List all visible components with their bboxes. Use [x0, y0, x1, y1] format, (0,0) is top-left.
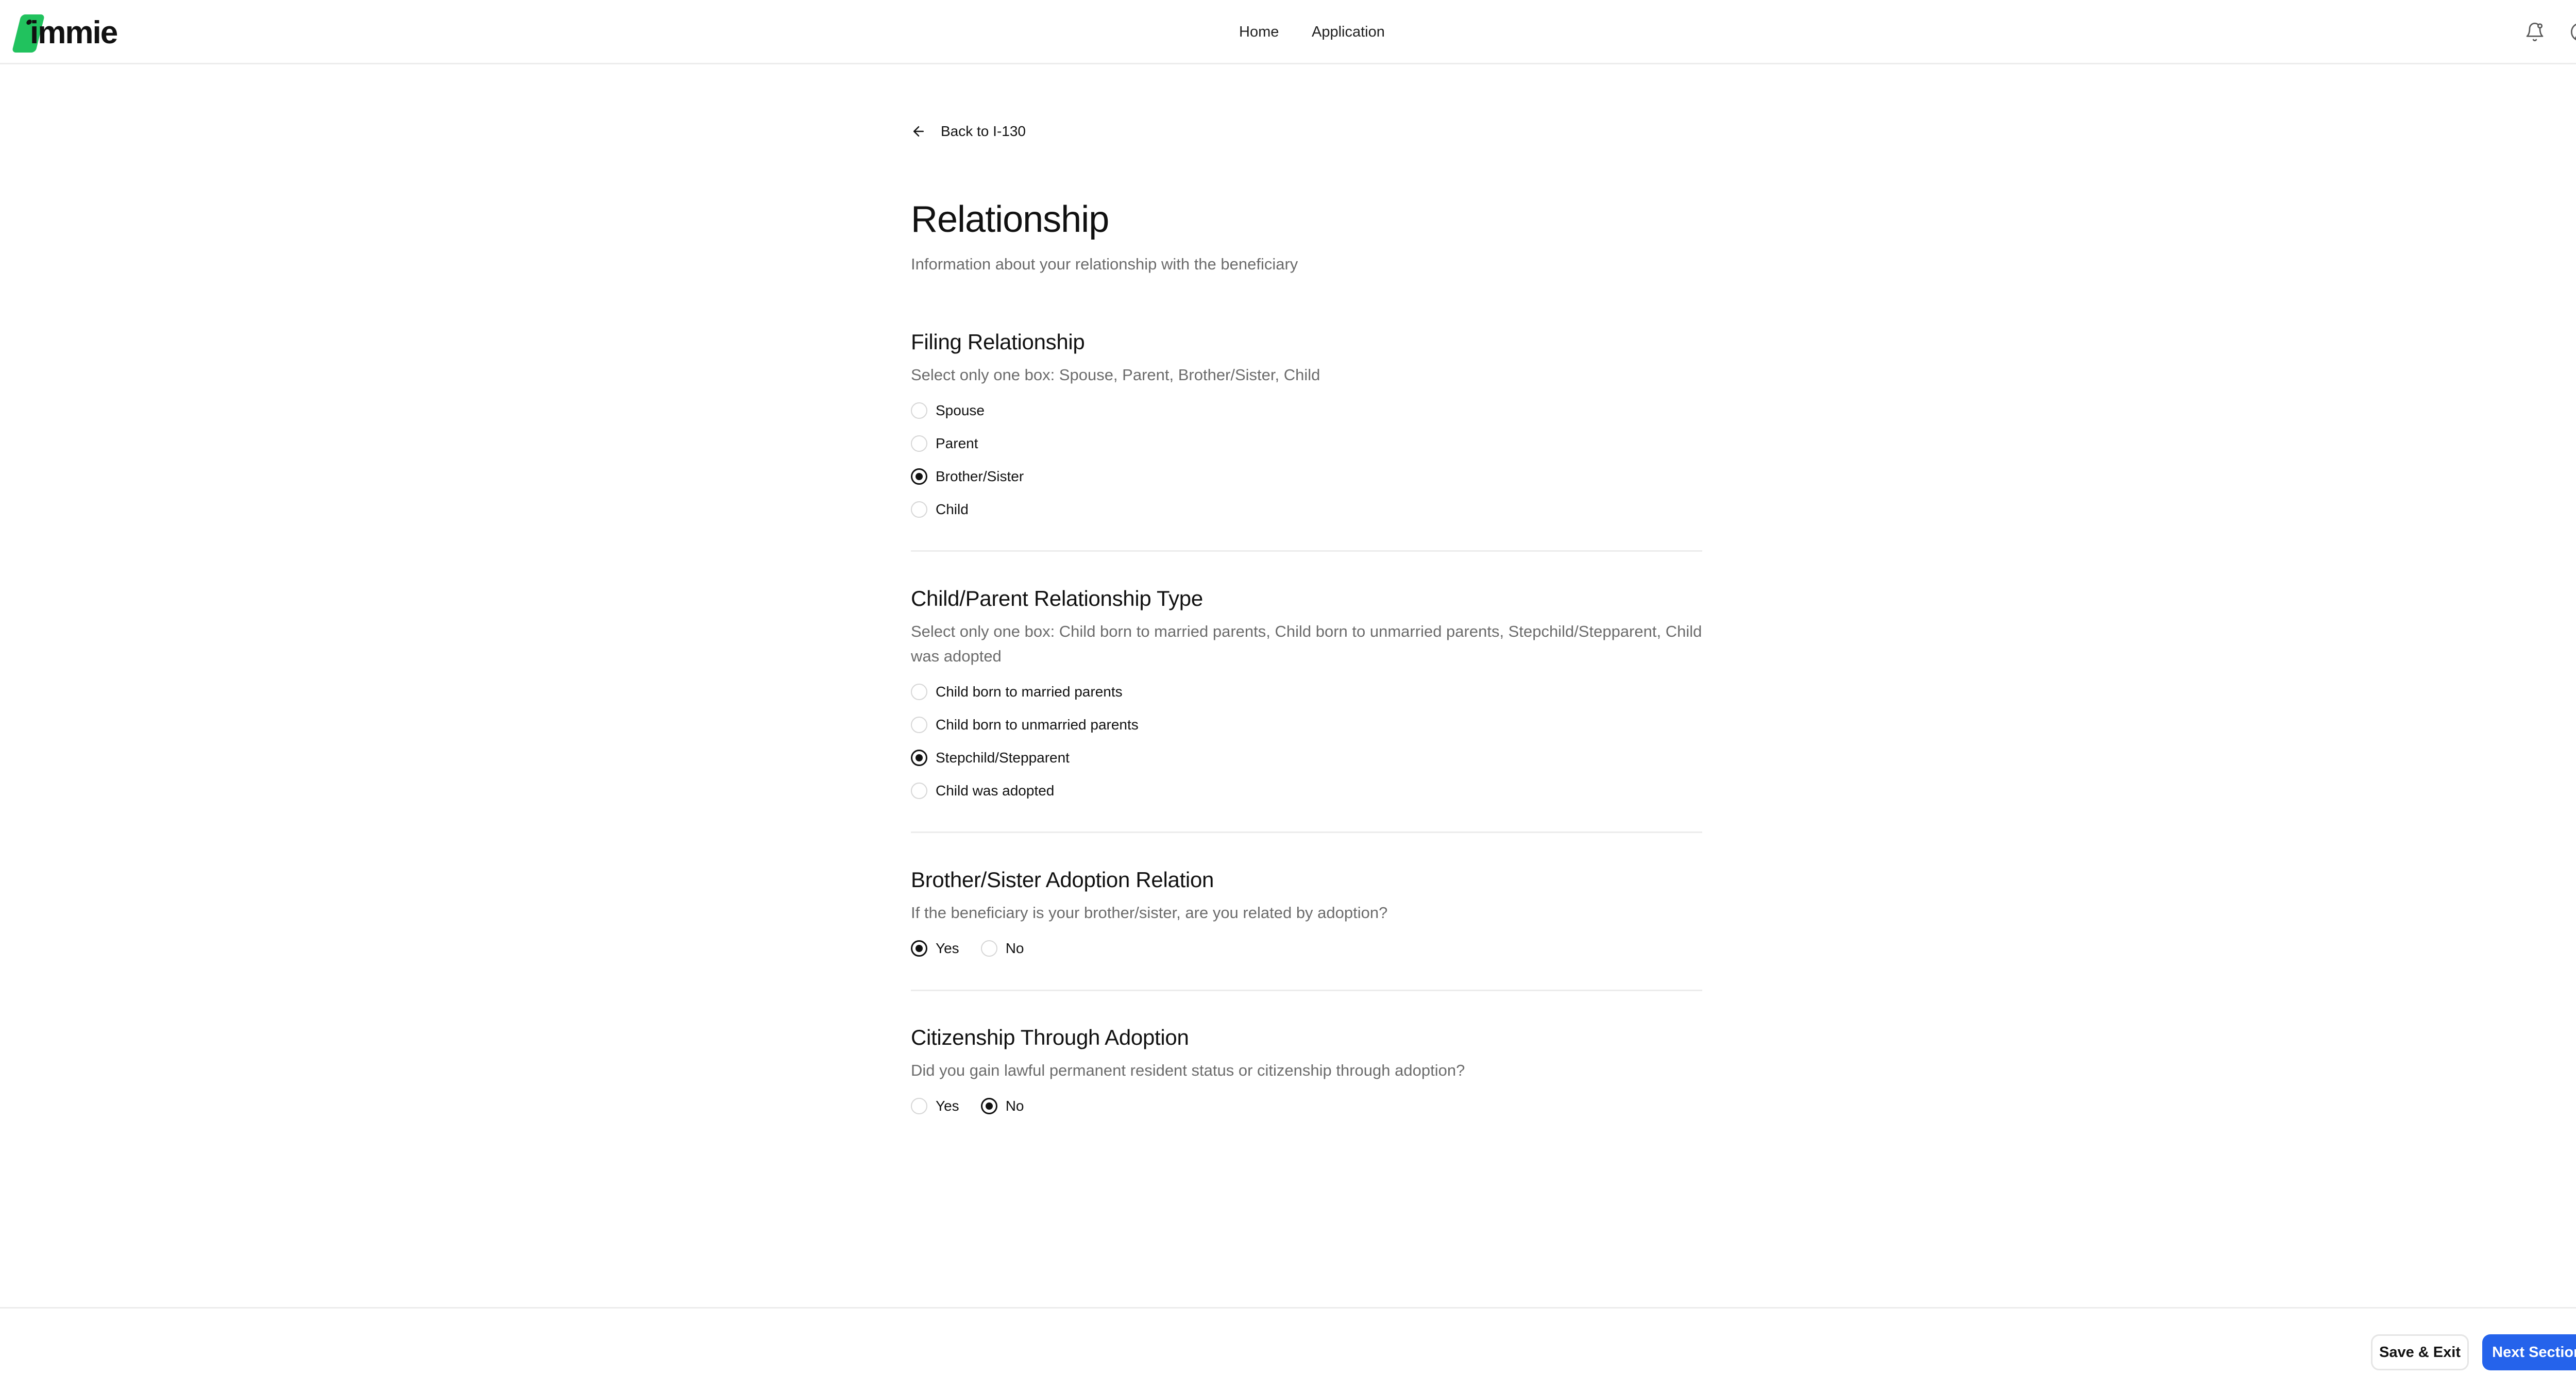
save-exit-button[interactable]: Save & Exit [2371, 1334, 2469, 1370]
radio-option-yes[interactable]: Yes [911, 1095, 959, 1117]
section-citizenship-adoption: Citizenship Through Adoption Did you gai… [911, 1024, 1702, 1117]
section-divider [911, 990, 1702, 991]
section-filing-relationship: Filing Relationship Select only one box:… [911, 329, 1702, 520]
radio-label: Child born to married parents [936, 684, 1123, 700]
page-subtitle: Information about your relationship with… [911, 255, 1298, 273]
radio-button-selected[interactable] [980, 1098, 997, 1114]
radio-group-filing: Spouse Parent Brother/Sister Child [911, 400, 1702, 520]
nav-application-label[interactable]: Application [1312, 24, 1385, 41]
section-hint: Select only one box: Spouse, Parent, Bro… [911, 366, 1320, 384]
radio-label: Parent [936, 435, 978, 451]
radio-button-selected[interactable] [911, 750, 927, 766]
section-hint: Select only one box: Child born to marri… [911, 622, 1702, 665]
radio-label: Child born to unmarried parents [936, 717, 1139, 733]
radio-button[interactable] [911, 435, 927, 452]
radio-option-brother-sister[interactable]: Brother/Sister [911, 466, 1702, 487]
arrow-left-icon [913, 126, 924, 137]
section-title: Brother/Sister Adoption Relation [911, 868, 1214, 892]
radio-option-child[interactable]: Child [911, 499, 1702, 520]
radio-button[interactable] [980, 940, 997, 957]
user-circle-icon[interactable] [2567, 19, 2576, 45]
logo-text: immie [30, 15, 118, 50]
radio-button[interactable] [911, 684, 927, 700]
radio-button-selected[interactable] [911, 940, 927, 957]
section-title: Citizenship Through Adoption [911, 1025, 1189, 1049]
radio-group-child-parent: Child born to married parents Child born… [911, 681, 1702, 802]
radio-option-yes[interactable]: Yes [911, 938, 959, 959]
radio-label: Yes [936, 940, 959, 956]
section-divider [911, 831, 1702, 833]
radio-label: No [1005, 940, 1024, 956]
section-sibling-adoption: Brother/Sister Adoption Relation If the … [911, 867, 1702, 959]
radio-option-no[interactable]: No [980, 938, 1024, 959]
nav-home-label[interactable]: Home [1239, 24, 1279, 41]
top-navbar: immie Home Application [0, 0, 2576, 64]
section-hint: If the beneficiary is your brother/siste… [911, 904, 1388, 922]
radio-label: No [1005, 1098, 1024, 1114]
radio-label: Stepchild/Stepparent [936, 750, 1070, 766]
section-child-parent-type: Child/Parent Relationship Type Select on… [911, 585, 1702, 802]
nav-application[interactable]: Application [1312, 20, 1385, 44]
radio-button[interactable] [911, 402, 927, 419]
radio-button[interactable] [911, 783, 927, 799]
radio-label: Child [936, 501, 969, 517]
section-title: Filing Relationship [911, 330, 1085, 354]
radio-button[interactable] [911, 1098, 927, 1114]
radio-button[interactable] [911, 717, 927, 733]
radio-option-unmarried-parents[interactable]: Child born to unmarried parents [911, 714, 1702, 736]
radio-label: Yes [936, 1098, 959, 1114]
radio-option-stepchild[interactable]: Stepchild/Stepparent [911, 747, 1702, 769]
immie-logo[interactable]: immie [11, 10, 118, 53]
radio-option-spouse[interactable]: Spouse [911, 400, 1702, 421]
radio-group-sibling-adoption: Yes No [911, 938, 1702, 959]
nav-home[interactable]: Home [1239, 20, 1279, 44]
radio-option-parent[interactable]: Parent [911, 433, 1702, 454]
bell-icon[interactable] [2521, 19, 2548, 45]
footer-bar: Save & Exit Next Section [0, 1307, 2576, 1392]
radio-label: Child was adopted [936, 783, 1055, 799]
radio-label: Brother/Sister [936, 468, 1024, 484]
radio-option-no[interactable]: No [980, 1095, 1024, 1117]
next-section-button[interactable]: Next Section [2482, 1334, 2576, 1370]
radio-button-selected[interactable] [911, 468, 927, 485]
radio-option-married-parents[interactable]: Child born to married parents [911, 681, 1702, 703]
radio-label: Spouse [936, 402, 985, 418]
section-hint: Did you gain lawful permanent resident s… [911, 1061, 1465, 1079]
radio-button[interactable] [911, 501, 927, 518]
radio-group-citizenship-adoption: Yes No [911, 1095, 1702, 1117]
page-title: Relationship [911, 199, 1109, 240]
section-divider [911, 550, 1702, 552]
back-link[interactable]: Back to I-130 [911, 120, 1026, 143]
back-link-label[interactable]: Back to I-130 [941, 123, 1026, 140]
section-title: Child/Parent Relationship Type [911, 586, 1203, 610]
radio-option-adopted[interactable]: Child was adopted [911, 780, 1702, 802]
